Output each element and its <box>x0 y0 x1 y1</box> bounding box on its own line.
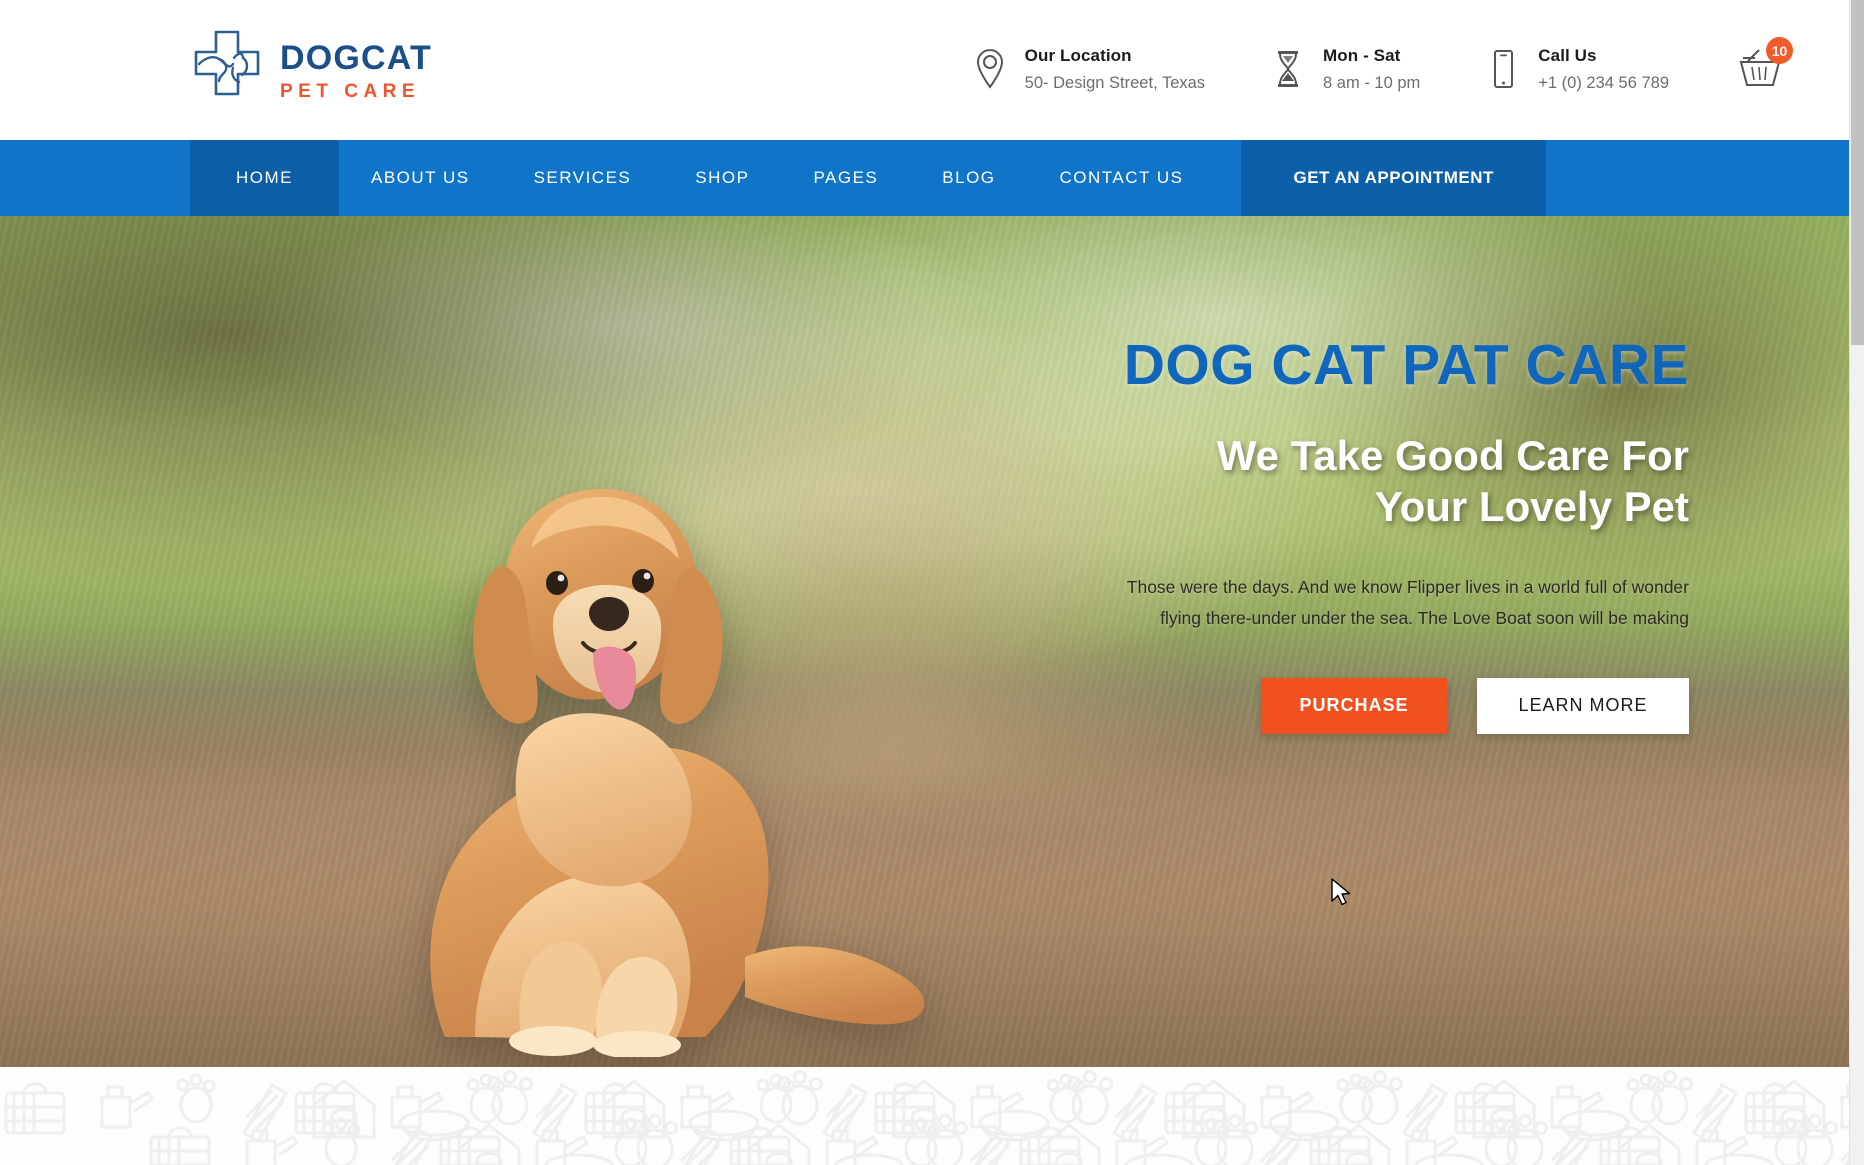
hero-title: DOG CAT PAT CARE <box>1123 333 1689 397</box>
learn-more-button[interactable]: LEARN MORE <box>1477 677 1689 734</box>
medical-cross-pet-logo-icon <box>190 28 264 112</box>
nav-item-contact-us[interactable]: CONTACT US <box>1028 140 1216 216</box>
hero-subtitle-line1: We Take Good Care For <box>1216 431 1689 479</box>
logo-tagline: PET CARE <box>280 81 421 102</box>
logo-title: DOGCAT <box>280 39 432 77</box>
contact-title: Mon - Sat <box>1323 46 1401 66</box>
pet-icon-pattern-strip <box>0 1067 1849 1165</box>
hero-banner: DOG CAT PAT CARE We Take Good Care For Y… <box>0 216 1849 1067</box>
nav-item-about-us[interactable]: ABOUT US <box>339 140 502 216</box>
get-an-appointment-button[interactable]: GET AN APPOINTMENT <box>1241 140 1546 216</box>
location-pin-icon <box>975 48 1009 92</box>
page-scrollbar[interactable] <box>1849 0 1864 1165</box>
logo-wordmark: DOGCAT PET CARE <box>280 39 432 101</box>
hero-paragraph: Those were the days. And we know Flipper… <box>1109 572 1689 633</box>
hero-paragraph-line2: flying there-under under the sea. The Lo… <box>1160 607 1689 628</box>
hero-paragraph-line1: Those were the days. And we know Flipper… <box>1126 577 1689 598</box>
contact-title: Call Us <box>1538 46 1597 66</box>
hero-subtitle-line2: Your Lovely Pet <box>1374 483 1689 531</box>
contact-item-hours[interactable]: Mon - Sat 8 am - 10 pm <box>1239 45 1454 94</box>
contact-detail: 8 am - 10 pm <box>1323 74 1421 93</box>
mobile-phone-icon <box>1488 48 1522 92</box>
contact-title: Our Location <box>1024 46 1132 66</box>
site-logo[interactable]: DOGCAT PET CARE <box>190 28 432 112</box>
scrollbar-thumb[interactable] <box>1851 0 1864 345</box>
hero-content: DOG CAT PAT CARE We Take Good Care For Y… <box>969 333 1689 734</box>
hourglass-icon <box>1273 48 1307 92</box>
golden-retriever-image <box>325 417 945 1059</box>
cart-count-badge: 10 <box>1766 37 1793 64</box>
nav-item-services[interactable]: SERVICES <box>502 140 664 216</box>
header-contact-list: Our Location 50- Design Street, Texas Mo… <box>941 37 1849 95</box>
main-navigation: HOME ABOUT US SERVICES SHOP PAGES BLOG C… <box>0 140 1849 216</box>
purchase-button[interactable]: PURCHASE <box>1261 677 1447 734</box>
hero-button-group: PURCHASE LEARN MORE <box>969 677 1689 734</box>
contact-detail: 50- Design Street, Texas <box>1024 74 1206 93</box>
contact-item-location[interactable]: Our Location 50- Design Street, Texas <box>941 45 1239 94</box>
browser-page: DOGCAT PET CARE Our Location 50- Design … <box>0 0 1864 1165</box>
page-viewport: DOGCAT PET CARE Our Location 50- Design … <box>0 0 1849 1165</box>
pattern-icons <box>4 1070 1849 1165</box>
site-header: DOGCAT PET CARE Our Location 50- Design … <box>0 0 1849 140</box>
hero-subtitle: We Take Good Care For Your Lovely Pet <box>969 430 1689 532</box>
nav-item-shop[interactable]: SHOP <box>663 140 781 216</box>
cart-button[interactable]: 10 <box>1733 37 1793 95</box>
contact-detail: +1 (0) 234 56 789 <box>1538 74 1669 93</box>
contact-item-phone[interactable]: Call Us +1 (0) 234 56 789 <box>1454 45 1703 94</box>
nav-item-blog[interactable]: BLOG <box>910 140 1027 216</box>
nav-item-home[interactable]: HOME <box>190 140 339 216</box>
nav-item-pages[interactable]: PAGES <box>781 140 910 216</box>
